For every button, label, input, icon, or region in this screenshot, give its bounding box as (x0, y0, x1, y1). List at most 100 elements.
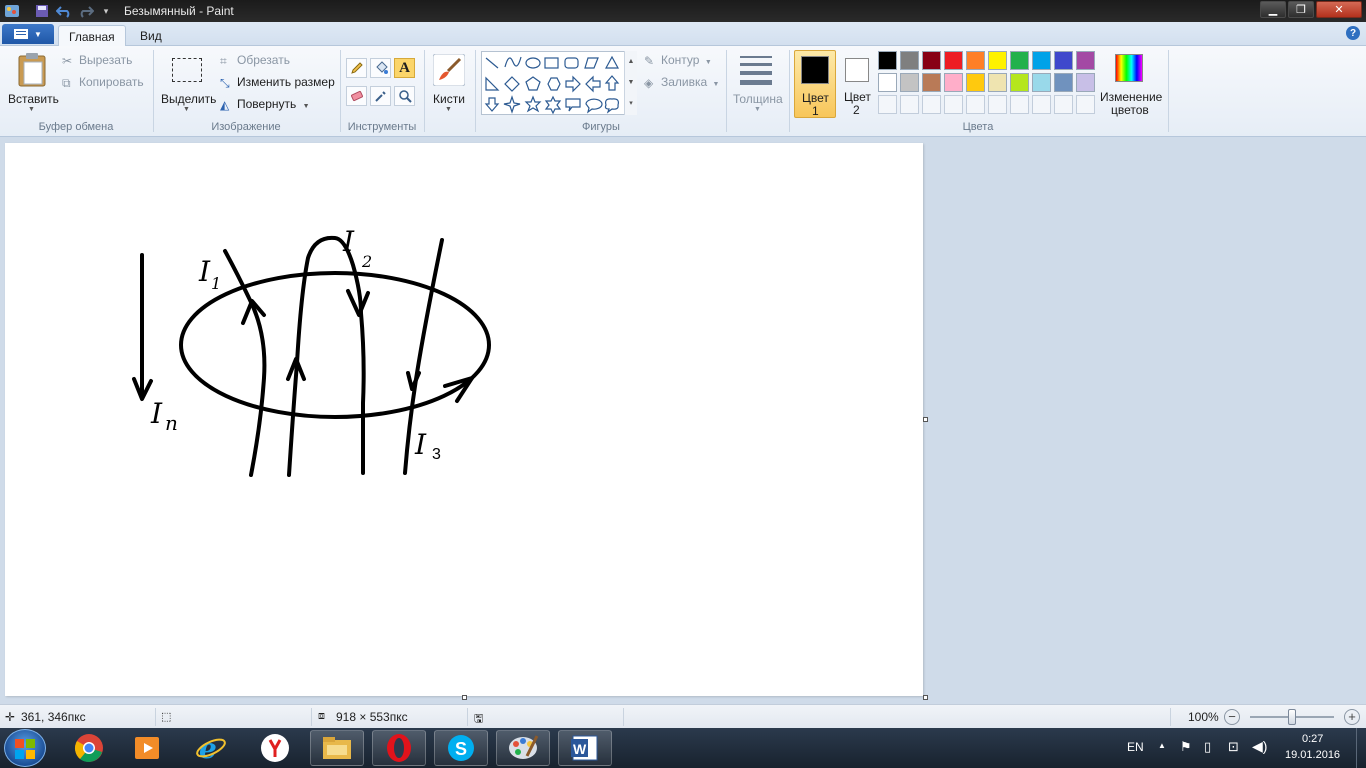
taskbar-opera[interactable] (372, 730, 426, 766)
taskbar-chrome[interactable] (62, 730, 116, 766)
taskbar-skype[interactable]: S (434, 730, 488, 766)
palette-swatch[interactable] (922, 73, 941, 92)
palette-swatch[interactable] (878, 73, 897, 92)
palette-swatch-empty[interactable] (900, 95, 919, 114)
network-icon[interactable]: ⊡ (1228, 739, 1239, 755)
paint-palette-icon (509, 735, 539, 759)
palette-swatch[interactable] (1054, 73, 1073, 92)
palette-swatch[interactable] (944, 73, 963, 92)
shapes-gallery[interactable] (481, 51, 637, 115)
right-triangle-shape-icon (485, 76, 500, 91)
taskbar-media-player[interactable] (120, 730, 174, 766)
brushes-button[interactable]: Кисти ▼ (428, 50, 470, 118)
palette-swatch[interactable] (1010, 51, 1029, 70)
taskbar-internet-explorer[interactable]: e (184, 730, 238, 766)
palette-swatch[interactable] (1076, 51, 1095, 70)
palette-swatch[interactable] (966, 51, 985, 70)
callout-oval-shape-icon (585, 98, 603, 114)
taskbar-paint[interactable] (496, 730, 550, 766)
clock-date[interactable]: 19.01.2016 (1285, 749, 1340, 761)
resize-handle-corner[interactable] (923, 695, 928, 700)
fill-button[interactable]: ◈ Заливка ▼ (644, 75, 719, 93)
size-button[interactable]: Толщина ▼ (730, 50, 784, 118)
palette-swatch-empty[interactable] (1032, 95, 1051, 114)
resize-handle-right[interactable] (923, 417, 928, 422)
palette-swatch[interactable] (1032, 73, 1051, 92)
text-tool[interactable]: A (394, 58, 415, 78)
palette-swatch-empty[interactable] (966, 95, 985, 114)
show-hidden-icons-icon[interactable]: ▲ (1158, 741, 1166, 750)
show-desktop-button[interactable] (1356, 728, 1366, 768)
palette-swatch-empty[interactable] (1076, 95, 1095, 114)
rotate-button[interactable]: ◭ Повернуть ▼ (220, 97, 310, 115)
resize-button[interactable]: ⤡ Изменить размер (220, 75, 335, 93)
zoom-in-button[interactable]: + (1344, 709, 1360, 725)
language-indicator[interactable]: EN (1127, 740, 1144, 754)
zoom-slider-thumb[interactable] (1288, 709, 1296, 725)
crop-icon: ⌗ (220, 53, 227, 68)
select-button[interactable]: Выделить ▼ (158, 50, 216, 116)
palette-swatch[interactable] (988, 51, 1007, 70)
chrome-icon (74, 734, 103, 762)
palette-swatch[interactable] (1010, 73, 1029, 92)
zoom-out-button[interactable]: − (1224, 709, 1240, 725)
undo-icon[interactable] (56, 3, 72, 19)
palette-swatch-empty[interactable] (1010, 95, 1029, 114)
file-menu-button[interactable]: ▼ (2, 24, 54, 44)
device-icon[interactable]: ▯ (1204, 739, 1211, 755)
color1-button[interactable]: Цвет 1 (794, 50, 836, 118)
palette-swatch-empty[interactable] (988, 95, 1007, 114)
maximize-button[interactable]: ❐ (1288, 1, 1314, 18)
redo-icon[interactable] (78, 3, 94, 19)
taskbar-explorer[interactable] (310, 730, 364, 766)
tab-home[interactable]: Главная (58, 25, 126, 47)
palette-swatch-empty[interactable] (922, 95, 941, 114)
save-icon[interactable] (34, 3, 50, 19)
palette-swatch-empty[interactable] (1054, 95, 1073, 114)
palette-swatch[interactable] (922, 51, 941, 70)
eraser-tool[interactable] (346, 86, 367, 106)
palette-swatch[interactable] (966, 73, 985, 92)
magnifier-tool[interactable] (394, 86, 415, 106)
palette-swatch[interactable] (1076, 73, 1095, 92)
palette-swatch[interactable] (944, 51, 963, 70)
taskbar-yandex-browser[interactable] (248, 730, 302, 766)
paint-app-icon[interactable] (4, 3, 20, 19)
edit-colors-button[interactable]: Изменение цветов (1100, 50, 1164, 118)
paste-button[interactable]: Вставить ▼ (4, 50, 59, 116)
palette-swatch-empty[interactable] (944, 95, 963, 114)
palette-swatch[interactable] (878, 51, 897, 70)
shapes-scroll[interactable]: ▲ ▼ ▾ (624, 51, 637, 115)
divider (424, 50, 425, 132)
action-center-flag-icon[interactable]: ⚑ (1180, 739, 1192, 755)
palette-swatch[interactable] (1054, 51, 1073, 70)
close-button[interactable]: ✕ (1316, 1, 1362, 18)
start-button[interactable] (4, 729, 46, 767)
palette-swatch[interactable] (900, 73, 919, 92)
oval-shape-icon (525, 57, 541, 69)
help-icon[interactable]: ? (1346, 26, 1360, 40)
customize-toolbar-icon[interactable]: ▾ (98, 3, 114, 19)
arrow-left-shape-icon (585, 75, 601, 93)
palette-swatch[interactable] (988, 73, 1007, 92)
copy-button[interactable]: ⧉ Копировать (62, 75, 144, 93)
crop-button[interactable]: ⌗ Обрезать (220, 53, 290, 71)
taskbar-word[interactable]: W (558, 730, 612, 766)
fill-tool[interactable] (370, 58, 391, 78)
palette-swatch-empty[interactable] (878, 95, 897, 114)
color-palette (878, 51, 1098, 117)
pencil-tool[interactable] (346, 58, 367, 78)
minimize-button[interactable]: ▁ (1260, 1, 1286, 18)
clock-time[interactable]: 0:27 (1302, 733, 1323, 745)
volume-icon[interactable]: ◀) (1252, 738, 1267, 755)
resize-handle-bottom[interactable] (462, 695, 467, 700)
cut-button[interactable]: ✂ Вырезать (62, 53, 132, 71)
color-picker-tool[interactable] (370, 86, 391, 106)
outline-button[interactable]: ✎ Контур ▼ (644, 53, 712, 71)
palette-swatch[interactable] (1032, 51, 1051, 70)
drawing-canvas[interactable]: I n I 1 I 2 I 3 (5, 143, 923, 696)
palette-swatch[interactable] (900, 51, 919, 70)
tab-view[interactable]: Вид (130, 25, 172, 47)
color2-button[interactable]: Цвет 2 (838, 50, 876, 118)
chevron-down-icon: ▼ (445, 106, 452, 113)
